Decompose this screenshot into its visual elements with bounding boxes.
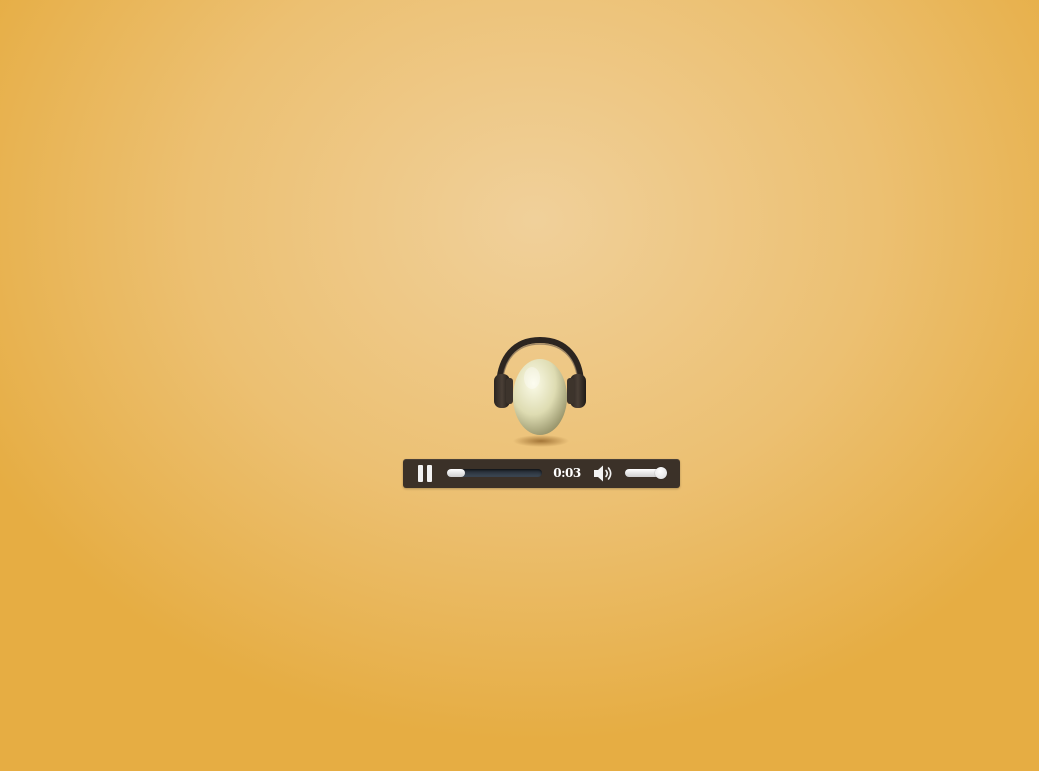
volume-slider[interactable] <box>625 467 667 479</box>
pause-icon <box>418 465 423 482</box>
audio-player-controls: 0:03 <box>403 459 680 488</box>
volume-slider-handle[interactable] <box>655 467 667 479</box>
album-art-egg-headphones <box>490 334 590 452</box>
seek-progress-bar[interactable] <box>447 469 542 477</box>
speaker-volume-icon[interactable] <box>593 464 615 483</box>
egg-with-headphones-icon <box>494 336 586 447</box>
pause-button[interactable] <box>417 465 433 482</box>
mute-toggle-button <box>594 465 612 482</box>
current-time-label: 0:03 <box>553 466 581 480</box>
seek-progress-fill <box>447 469 465 477</box>
pause-icon-bar <box>427 465 432 482</box>
